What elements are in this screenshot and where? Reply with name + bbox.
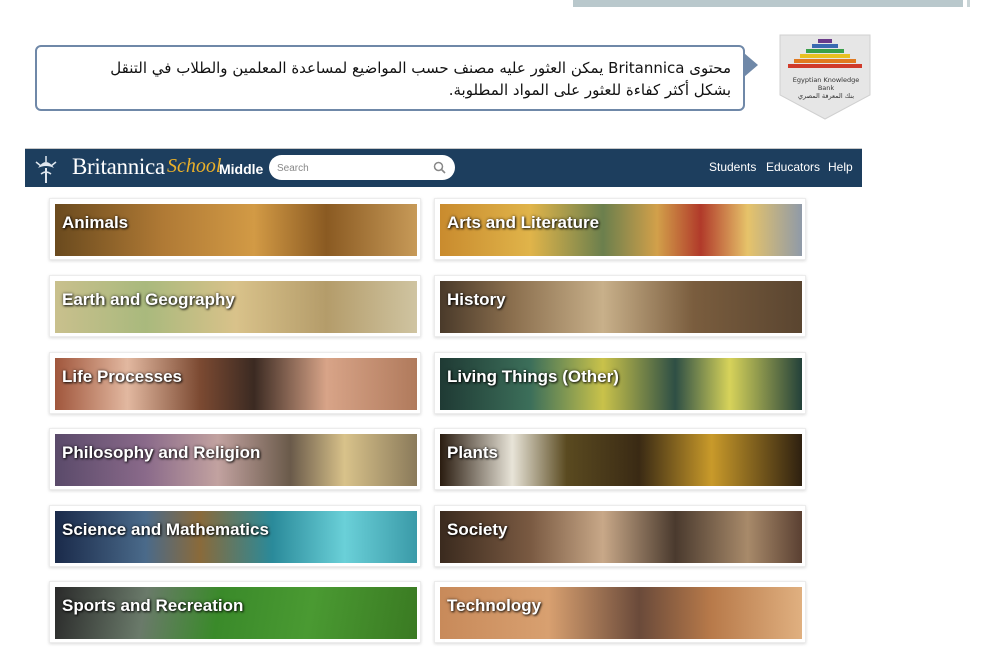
ekb-logo-text: Egyptian Knowledge Bank بنك المعرفة المص…: [792, 76, 860, 100]
category-label: Sports and Recreation: [62, 596, 244, 615]
category-earth-geography[interactable]: Earth and Geography: [49, 275, 421, 337]
category-living-things[interactable]: Living Things (Other): [434, 352, 806, 414]
category-label: Animals: [62, 213, 129, 232]
category-technology[interactable]: Technology: [434, 581, 806, 643]
category-label: Living Things (Other): [447, 367, 619, 386]
category-label: Life Processes: [62, 367, 183, 386]
category-science-mathematics[interactable]: Science and Mathematics: [49, 505, 421, 567]
top-decorative-tick: [967, 0, 970, 7]
level-label: Middle: [219, 161, 264, 177]
category-label: History: [447, 290, 506, 309]
category-label: Plants: [447, 443, 499, 462]
callout-text: محتوى Britannica يمكن العثور عليه مصنف ح…: [110, 59, 731, 99]
thistle-logo-icon: [35, 156, 57, 183]
top-decorative-bar: [573, 0, 963, 7]
callout-pointer: [744, 53, 758, 77]
brand-school[interactable]: School: [167, 155, 221, 178]
ekb-logo: Egyptian Knowledge Bank بنك المعرفة المص…: [778, 33, 872, 121]
info-callout: محتوى Britannica يمكن العثور عليه مصنف ح…: [35, 45, 745, 111]
search-box: [269, 155, 455, 180]
category-label: Philosophy and Religion: [62, 443, 261, 462]
category-history[interactable]: History: [434, 275, 806, 337]
nav-educators[interactable]: Educators: [766, 160, 820, 174]
category-label: Science and Mathematics: [62, 520, 269, 539]
category-animals[interactable]: Animals: [49, 198, 421, 260]
category-label: Earth and Geography: [62, 290, 235, 309]
category-label: Arts and Literature: [447, 213, 600, 232]
category-society[interactable]: Society: [434, 505, 806, 567]
search-input[interactable]: [275, 158, 429, 178]
brand-name[interactable]: Britannica: [72, 154, 165, 180]
category-philosophy-religion[interactable]: Philosophy and Religion: [49, 428, 421, 490]
search-icon[interactable]: [433, 161, 446, 174]
category-arts-literature[interactable]: Arts and Literature: [434, 198, 806, 260]
category-label: Technology: [447, 596, 542, 615]
category-sports-recreation[interactable]: Sports and Recreation: [49, 581, 421, 643]
category-life-processes[interactable]: Life Processes: [49, 352, 421, 414]
nav-help[interactable]: Help: [828, 160, 853, 174]
category-label: Society: [447, 520, 508, 539]
category-plants[interactable]: Plants: [434, 428, 806, 490]
top-navbar: Britannica School Middle Students Educat…: [25, 148, 862, 187]
nav-students[interactable]: Students: [709, 160, 756, 174]
